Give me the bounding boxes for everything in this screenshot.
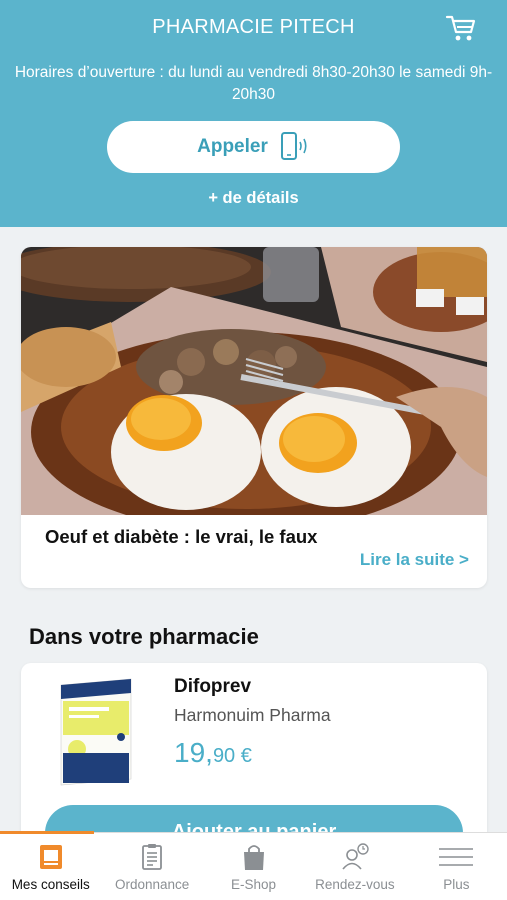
tips-icon: [39, 845, 62, 869]
call-button[interactable]: Appeler: [107, 121, 400, 173]
product-image: [60, 678, 132, 786]
active-tab-indicator: [0, 831, 94, 834]
article-title: Oeuf et diabète : le vrai, le faux: [45, 526, 318, 547]
article-card[interactable]: Oeuf et diabète : le vrai, le faux Lire …: [21, 247, 487, 588]
prescription-icon: [142, 844, 163, 870]
product-brand: Harmonuim Pharma: [174, 705, 331, 725]
tab-label: E-Shop: [231, 877, 277, 892]
call-button-label: Appeler: [197, 136, 268, 157]
tab-label: Ordonnance: [114, 877, 190, 892]
menu-icon: [439, 848, 474, 866]
details-link[interactable]: + de détails: [0, 189, 507, 208]
product-name: Difoprev: [174, 676, 252, 697]
tab-rendez-vous[interactable]: Rendez-vous: [304, 833, 405, 900]
pharmacy-name: PHARMACIE PITECH: [152, 16, 355, 38]
tab-ordonnance[interactable]: Ordonnance: [101, 833, 202, 900]
tab-label: Mes conseils: [11, 877, 90, 892]
read-more-link[interactable]: Lire la suite >: [360, 550, 469, 570]
section-title: Dans votre pharmacie: [29, 624, 259, 649]
price-integer: 19,: [174, 737, 213, 768]
price-decimal: 90 €: [212, 745, 252, 767]
tab-plus[interactable]: Plus: [406, 833, 507, 900]
product-price: 19,90 €: [174, 737, 252, 769]
article-image: [21, 247, 487, 515]
opening-hours: Horaires d’ouverture : du lundi au vendr…: [14, 64, 493, 103]
tab-label: Rendez-vous: [315, 877, 395, 892]
shopping-bag-icon: [243, 845, 264, 870]
phone-icon: [280, 132, 307, 160]
appointment-icon: [342, 843, 369, 870]
cart-icon[interactable]: [445, 13, 477, 43]
tab-label: Plus: [443, 877, 470, 892]
tab-e-shop[interactable]: E-Shop: [203, 833, 304, 900]
tab-mes-conseils[interactable]: Mes conseils: [0, 831, 101, 900]
tab-bar: Mes conseils Ordonnance E-Shop Rendez-vo…: [0, 831, 507, 900]
header: PHARMACIE PITECH Horaires d’ouverture : …: [0, 0, 507, 227]
